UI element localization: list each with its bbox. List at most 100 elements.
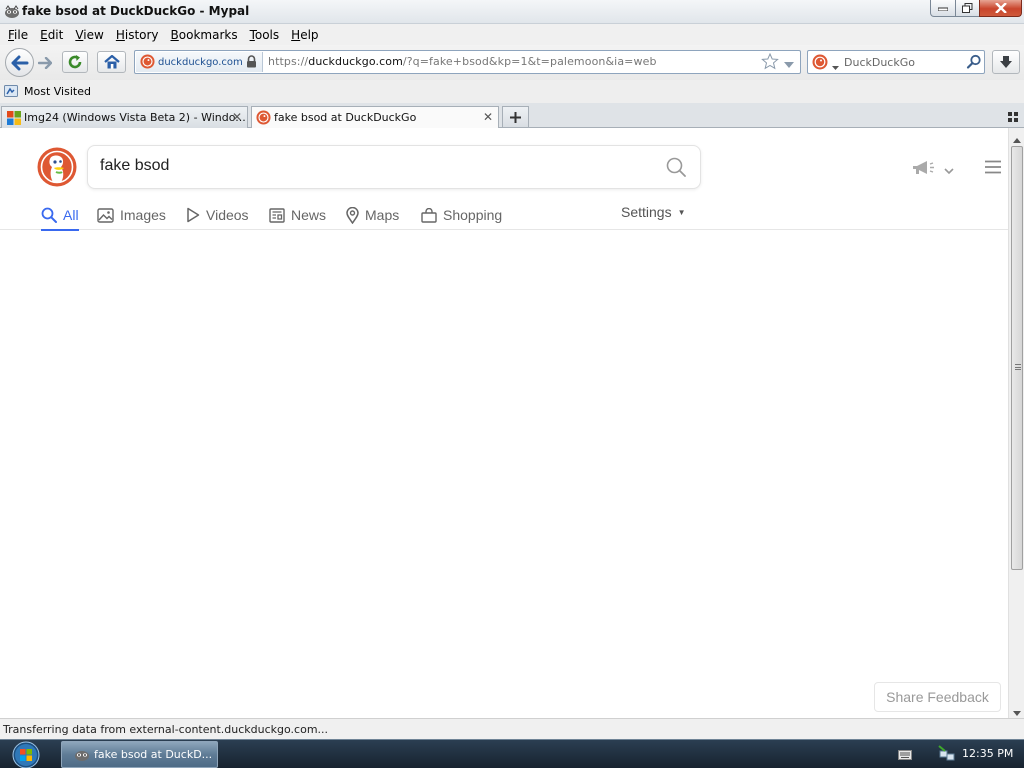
windows-favicon-icon [6, 110, 22, 129]
map-pin-icon [346, 206, 359, 224]
plus-icon [510, 111, 521, 123]
restore-button[interactable] [955, 0, 980, 17]
identity-domain: duckduckgo.com [158, 56, 243, 68]
status-bar: Transferring data from external-content.… [0, 718, 1024, 739]
bookmark-star-icon[interactable] [761, 52, 779, 73]
mypal-app-icon [74, 747, 90, 766]
caret-down-icon: ▼ [677, 208, 686, 217]
tab-news-label: News [291, 207, 327, 223]
scrollbar-grip-icon [1015, 364, 1021, 370]
play-icon [187, 207, 200, 223]
scroll-up-arrow-icon[interactable] [1013, 132, 1021, 146]
settings-label: Settings [621, 204, 672, 220]
tab-all[interactable]: All [41, 202, 79, 231]
tab-images-label: Images [120, 207, 166, 223]
tab-img24[interactable]: Img24 (Windows Vista Beta 2) - Windo... … [1, 106, 248, 128]
menu-view[interactable]: View [69, 28, 109, 42]
vertical-scrollbar[interactable] [1008, 128, 1024, 718]
menu-history[interactable]: History [110, 28, 165, 42]
windows-start-orb-icon [12, 741, 40, 768]
tab-shopping-label: Shopping [443, 207, 503, 223]
search-icon[interactable] [666, 157, 686, 180]
scrollbar-thumb[interactable] [1011, 146, 1023, 570]
tab-videos-label: Videos [206, 207, 249, 223]
all-tabs-icon[interactable] [1008, 111, 1018, 125]
duckduckgo-favicon-icon [256, 110, 271, 128]
duckduckgo-favicon-icon [140, 54, 155, 72]
settings-dropdown[interactable]: Settings ▼ [621, 204, 686, 220]
new-tab-button[interactable] [502, 106, 529, 127]
menu-help[interactable]: Help [285, 28, 324, 42]
search-query-input[interactable]: fake bsod [100, 157, 169, 175]
ddg-search-box[interactable]: fake bsod [87, 145, 701, 189]
megaphone-icon[interactable] [912, 160, 936, 179]
tab-videos[interactable]: Videos [186, 202, 249, 228]
hamburger-menu-icon[interactable] [985, 160, 1001, 177]
page-content: fake bsod All Images Videos News Maps Sh… [0, 128, 1008, 718]
close-window-button[interactable] [979, 0, 1022, 17]
forward-button[interactable] [34, 53, 56, 73]
bookmark-most-visited[interactable]: Most Visited [24, 85, 91, 98]
tab-close-icon[interactable]: ✕ [232, 110, 242, 124]
scroll-down-arrow-icon[interactable] [1013, 705, 1021, 719]
menu-file[interactable]: File [2, 28, 34, 42]
site-identity-button[interactable]: duckduckgo.com [136, 52, 263, 72]
tab-label: fake bsod at DuckDuckGo [274, 111, 417, 124]
restore-icon [962, 3, 973, 13]
lock-icon [246, 55, 257, 71]
window-title: fake bsod at DuckDuckGo - Mypal [22, 4, 250, 18]
status-text: Transferring data from external-content.… [3, 723, 329, 736]
duckduckgo-logo-icon [37, 147, 77, 187]
taskbar-clock[interactable]: 12:35 PM [962, 747, 1013, 760]
taskbar-window-label: fake bsod at DuckD... [94, 748, 213, 761]
tab-all-label: All [63, 207, 79, 223]
tab-news[interactable]: News [269, 202, 326, 228]
bookmarks-toolbar: Most Visited [0, 80, 1024, 103]
search-icon[interactable] [966, 54, 982, 73]
most-visited-folder-icon [4, 84, 18, 101]
reload-button[interactable] [62, 51, 88, 73]
newspaper-icon [269, 207, 285, 223]
image-icon [97, 207, 114, 223]
menu-edit[interactable]: Edit [34, 28, 69, 42]
address-bar[interactable]: duckduckgo.com https://duckduckgo.com/?q… [134, 50, 801, 74]
back-button[interactable] [5, 48, 34, 77]
start-button[interactable] [6, 740, 46, 768]
menu-bookmarks[interactable]: Bookmarks [165, 28, 244, 42]
windows-taskbar: fake bsod at DuckD... 12:35 PM [0, 739, 1024, 768]
duckduckgo-logo[interactable] [37, 147, 77, 187]
search-bar-placeholder: DuckDuckGo [844, 56, 915, 69]
back-arrow-icon [11, 55, 28, 70]
url-text[interactable]: https://duckduckgo.com/?q=fake+bsod&kp=1… [268, 55, 657, 68]
close-icon [994, 3, 1007, 13]
tab-maps[interactable]: Maps [346, 202, 399, 228]
search-icon [41, 207, 57, 223]
engine-dropdown-icon[interactable] [832, 60, 839, 74]
home-button[interactable] [97, 51, 126, 73]
forward-arrow-icon [38, 57, 52, 69]
url-history-dropdown-icon[interactable] [784, 58, 794, 72]
tab-shopping[interactable]: Shopping [421, 202, 502, 228]
minimize-button[interactable] [930, 0, 956, 17]
tab-duckduckgo[interactable]: fake bsod at DuckDuckGo ✕ [251, 106, 499, 129]
download-arrow-icon [1000, 56, 1012, 68]
ddg-search-type-tabs: All Images Videos News Maps Shopping Set… [0, 198, 1008, 231]
downloads-button[interactable] [992, 50, 1020, 74]
share-feedback-button[interactable]: Share Feedback [874, 682, 1001, 712]
shopping-bag-icon [421, 207, 437, 223]
window-titlebar: fake bsod at DuckDuckGo - Mypal [0, 0, 1024, 24]
home-icon [103, 55, 120, 69]
navigation-toolbar: duckduckgo.com https://duckduckgo.com/?q… [0, 45, 1024, 80]
tab-images[interactable]: Images [97, 202, 166, 228]
search-bar[interactable]: DuckDuckGo [807, 50, 985, 74]
tab-maps-label: Maps [365, 207, 400, 223]
tab-close-icon[interactable]: ✕ [483, 110, 493, 124]
search-engine-icon[interactable] [812, 54, 828, 73]
mypal-app-icon[interactable] [4, 4, 20, 20]
taskbar-mypal-window[interactable]: fake bsod at DuckD... [61, 741, 218, 768]
tab-label: Img24 (Windows Vista Beta 2) - Windo... [24, 111, 246, 124]
keyboard-icon[interactable] [898, 749, 912, 763]
menu-tools[interactable]: Tools [244, 28, 286, 42]
chevron-down-icon[interactable] [944, 164, 954, 178]
network-icon[interactable] [938, 745, 956, 766]
